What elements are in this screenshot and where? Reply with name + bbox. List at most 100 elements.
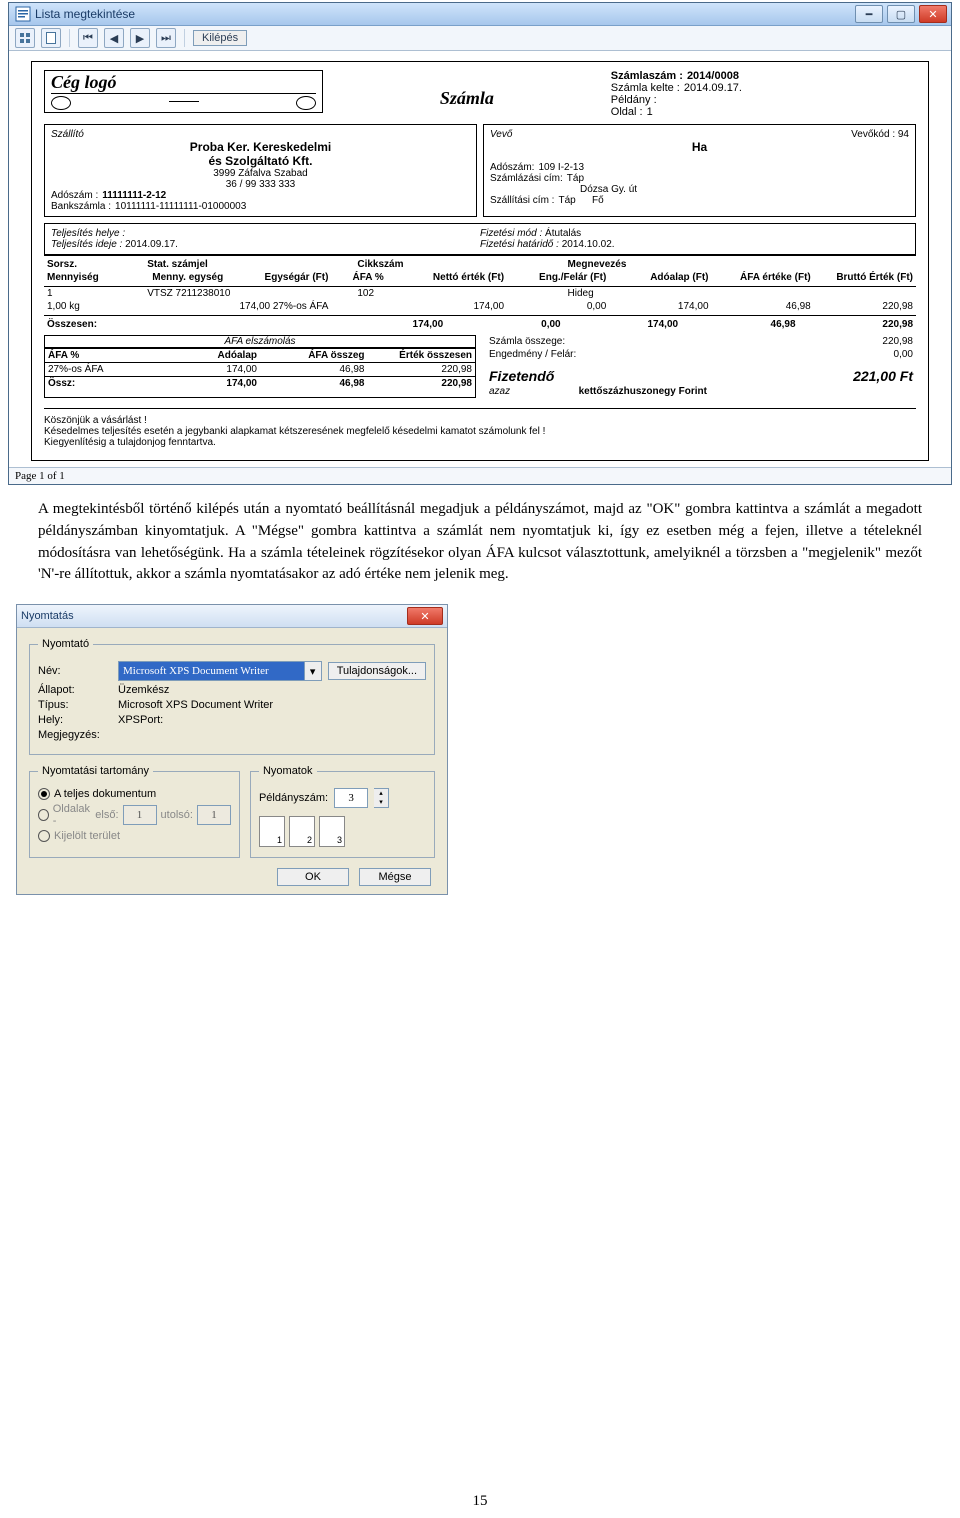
supplier-box: Szállító Proba Ker. Kereskedelmi és Szol… xyxy=(44,124,477,217)
th-me: Menny. egység xyxy=(146,271,229,284)
printer-legend: Nyomtató xyxy=(38,638,93,650)
view-page-icon[interactable] xyxy=(41,28,61,48)
vat-sum-label: Össz: xyxy=(45,377,153,390)
place-label: Teljesítés helye : xyxy=(51,228,125,239)
copies-group: Nyomatok Példányszám: ▴▾ 1 2 3 xyxy=(250,765,435,858)
state-value: Üzemkész xyxy=(118,684,169,696)
collate-page-3: 3 xyxy=(337,835,342,845)
th-brutto: Bruttó Érték (Ft) xyxy=(814,271,916,284)
supplier-tax: 11111111-2-12 xyxy=(102,190,166,201)
copies-input[interactable] xyxy=(334,788,368,808)
terms-box: Teljesítés helye : Teljesítés ideje : 20… xyxy=(44,223,916,255)
perform-date-label: Teljesítés ideje : xyxy=(51,239,122,250)
close-button[interactable]: ✕ xyxy=(919,5,947,23)
th-egysegar: Egységár (Ft) xyxy=(229,271,331,284)
minimize-button[interactable]: ━ xyxy=(855,5,883,23)
th-afa: ÁFA % xyxy=(331,271,404,284)
items-row: 1 VTSZ 7211238010 102 Hideg xyxy=(44,287,916,300)
th-netto: Nettó érték (Ft) xyxy=(405,271,507,284)
vat-sa: 174,00 xyxy=(153,377,261,390)
last-page-icon[interactable]: ⏭ xyxy=(156,28,176,48)
toolbar-separator xyxy=(184,29,185,47)
chevron-down-icon[interactable]: ▾ xyxy=(374,798,388,807)
printer-select[interactable]: ▾ xyxy=(118,661,322,681)
vat-h1: ÁFA % xyxy=(45,349,153,362)
radio-selection-label: Kijelölt terület xyxy=(54,830,120,842)
ok-button[interactable]: OK xyxy=(277,868,349,886)
maximize-button[interactable]: ▢ xyxy=(887,5,915,23)
radio-all-label: A teljes dokumentum xyxy=(54,788,156,800)
radio-all[interactable]: A teljes dokumentum xyxy=(38,788,231,800)
buyer-name: Ha xyxy=(490,140,909,154)
cancel-button[interactable]: Mégse xyxy=(359,868,431,886)
copies-spinner[interactable]: ▴▾ xyxy=(374,788,389,808)
th-eng: Eng./Felár (Ft) xyxy=(507,271,609,284)
view-tiles-icon[interactable] xyxy=(15,28,35,48)
totals-label: Összesen: xyxy=(44,318,329,331)
cell-cikk: 102 xyxy=(354,287,564,300)
supplier-name-2: és Szolgáltató Kft. xyxy=(51,154,470,168)
buyer-bill-1: Táp xyxy=(567,173,584,184)
cell-eng: 0,00 xyxy=(507,300,609,313)
chevron-down-icon[interactable]: ▾ xyxy=(305,661,322,681)
collate-page-1: 1 xyxy=(277,835,282,845)
cell-netto: 174,00 xyxy=(405,300,507,313)
due-label: Fizetési határidő : xyxy=(480,239,559,250)
cell-menny: 1,00 xyxy=(47,301,66,312)
collate-page-icon: 1 xyxy=(259,816,285,847)
vat-h3: ÁFA összeg xyxy=(260,349,368,362)
radio-selection[interactable]: Kijelölt terület xyxy=(38,830,231,842)
body-paragraph: A megtekintésből történő kilépés után a … xyxy=(38,499,922,586)
properties-button[interactable]: Tulajdonságok... xyxy=(328,662,426,680)
words-prefix: azaz xyxy=(486,385,576,398)
th-cikk: Cikkszám xyxy=(354,258,564,271)
state-label: Állapot: xyxy=(38,684,112,696)
supplier-name-1: Proba Ker. Kereskedelmi xyxy=(51,140,470,154)
discount-label: Engedmény / Felár: xyxy=(486,348,771,361)
exit-button[interactable]: Kilépés xyxy=(193,30,247,46)
supplier-tax-label: Adószám : xyxy=(51,190,98,201)
buyer-bill-label: Számlázási cím: xyxy=(490,173,563,184)
company-logo: Cég logó xyxy=(44,70,323,113)
prev-page-icon[interactable]: ◀ xyxy=(104,28,124,48)
footer-line-2: Késedelmes teljesítés esetén a jegybanki… xyxy=(44,426,916,437)
radio-pages[interactable]: Oldalak - első: utolsó: xyxy=(38,803,231,827)
footer-line-3: Kiegyenlítésig a tulajdonjog fenntartva. xyxy=(44,437,916,448)
printer-name-label: Név: xyxy=(38,665,112,677)
totals-adoalap: 174,00 xyxy=(564,318,681,331)
radio-pages-label: Oldalak - xyxy=(53,803,92,827)
collate-preview: 1 2 3 xyxy=(259,816,426,847)
totals-eng: 0,00 xyxy=(446,318,563,331)
range-legend: Nyomtatási tartomány xyxy=(38,765,153,777)
first-page-icon[interactable]: ⏮ xyxy=(78,28,98,48)
type-label: Típus: xyxy=(38,699,112,711)
app-icon xyxy=(15,6,31,22)
buyer-tax: 109 I-2-13 xyxy=(538,162,584,173)
chevron-up-icon[interactable]: ▴ xyxy=(374,789,388,798)
radio-icon xyxy=(38,788,50,800)
th-sorsz: Sorsz. xyxy=(44,258,144,271)
where-label: Hely: xyxy=(38,714,112,726)
cell-sorsz: 1 xyxy=(44,287,144,300)
next-page-icon[interactable]: ▶ xyxy=(130,28,150,48)
totals-row: Összesen: 174,00 0,00 174,00 46,98 220,9… xyxy=(44,318,916,331)
vat-c: 220,98 xyxy=(368,363,476,376)
buyer-bill-2: Dózsa Gy. út xyxy=(580,184,909,195)
buyer-code-label: Vevőkód : xyxy=(851,129,895,140)
printer-name-input[interactable] xyxy=(118,661,305,681)
cell-me: kg xyxy=(69,301,80,312)
copy-label: Példány : xyxy=(611,94,657,106)
status-bar: Page 1 of 1 xyxy=(9,467,951,484)
invoice-number-label: Számlaszám : xyxy=(611,70,683,82)
close-icon[interactable]: ✕ xyxy=(407,607,443,625)
supplier-tel: 36 / 99 333 333 xyxy=(51,179,470,190)
invoice-date-label: Számla kelte : xyxy=(611,82,680,94)
logo-text: Cég logó xyxy=(51,73,316,91)
supplier-bank-label: Bankszámla : xyxy=(51,201,111,212)
preview-titlebar: Lista megtekintése ━ ▢ ✕ xyxy=(9,3,951,26)
copies-legend: Nyomatok xyxy=(259,765,317,777)
cell-afa-type: 27%-os ÁFA xyxy=(273,301,329,312)
totals-netto: 174,00 xyxy=(329,318,446,331)
dialog-titlebar: Nyomtatás ✕ xyxy=(17,605,447,628)
cell-egysegar: 174,00 xyxy=(239,301,270,312)
